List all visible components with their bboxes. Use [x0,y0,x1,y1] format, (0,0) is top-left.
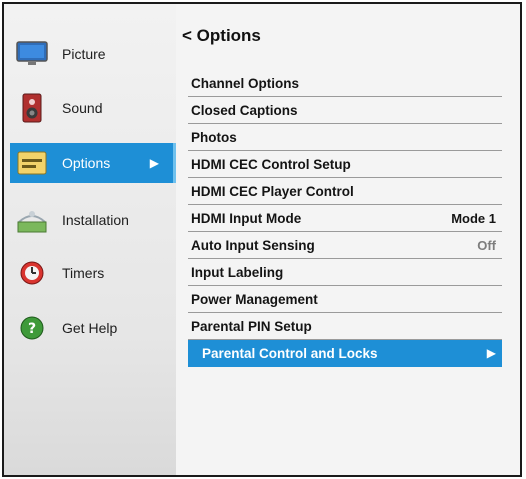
page-title[interactable]: < Options [182,26,261,46]
back-arrow-icon: < [182,26,192,45]
monitor-icon [10,34,54,74]
menu-item-value: Off [477,237,496,253]
tv-menu-window: Picture Sound Options ▶ Installation Tim… [2,2,522,477]
sidebar-item-label: Options [62,155,111,171]
menu-item-closed-captions[interactable]: Closed Captions [188,97,502,124]
menu-item-label: Power Management [191,291,318,307]
menu-item-label: HDMI Input Mode [191,210,302,226]
menu-item-hdmi-cec-control-setup[interactable]: HDMI CEC Control Setup [188,151,502,178]
menu-item-power-management[interactable]: Power Management [188,286,502,313]
timer-icon [10,253,54,293]
options-panel: < Options Channel Options Closed Caption… [176,4,520,475]
options-icon [10,143,54,183]
menu-item-parental-pin-setup[interactable]: Parental PIN Setup [188,313,502,340]
menu-item-channel-options[interactable]: Channel Options [188,70,502,97]
menu-item-label: HDMI CEC Control Setup [191,156,351,172]
sidebar-item-installation[interactable]: Installation [10,200,176,240]
menu-item-hdmi-input-mode[interactable]: HDMI Input Mode Mode 1 [188,205,502,232]
sidebar-item-label: Picture [62,46,106,62]
sidebar: Picture Sound Options ▶ Installation Tim… [4,4,177,475]
chevron-right-icon: ▶ [486,346,496,360]
installation-icon [10,200,54,240]
menu-item-label: Input Labeling [191,264,284,280]
menu-item-hdmi-cec-player-control[interactable]: HDMI CEC Player Control [188,178,502,205]
speaker-icon [10,88,54,128]
menu-item-label: Photos [191,129,237,145]
menu-item-label: HDMI CEC Player Control [191,183,354,199]
help-icon: ? [10,308,54,348]
chevron-right-icon: ▶ [149,156,159,170]
sidebar-item-get-help[interactable]: ? Get Help [10,308,176,348]
sidebar-item-label: Get Help [62,320,118,336]
sidebar-item-sound[interactable]: Sound [10,88,176,128]
menu-item-label: Parental Control and Locks [202,345,378,361]
page-title-text: Options [196,26,261,45]
sidebar-item-label: Sound [62,100,103,116]
sidebar-item-label: Installation [62,212,129,228]
menu-item-label: Closed Captions [191,102,298,118]
menu-item-value: Mode 1 [451,210,496,226]
svg-text:?: ? [28,321,36,337]
menu-item-label: Auto Input Sensing [191,237,315,253]
menu-item-photos[interactable]: Photos [188,124,502,151]
sidebar-item-timers[interactable]: Timers [10,253,176,293]
options-menu: Channel Options Closed Captions Photos H… [188,70,502,367]
sidebar-item-options[interactable]: Options ▶ [10,143,176,183]
menu-item-auto-input-sensing[interactable]: Auto Input Sensing Off [188,232,502,259]
menu-item-label: Channel Options [191,75,299,91]
sidebar-item-label: Timers [62,265,105,281]
menu-item-label: Parental PIN Setup [191,318,312,334]
menu-item-parental-control-and-locks[interactable]: Parental Control and Locks ▶ [188,340,502,367]
sidebar-item-picture[interactable]: Picture [10,34,176,74]
menu-item-input-labeling[interactable]: Input Labeling [188,259,502,286]
